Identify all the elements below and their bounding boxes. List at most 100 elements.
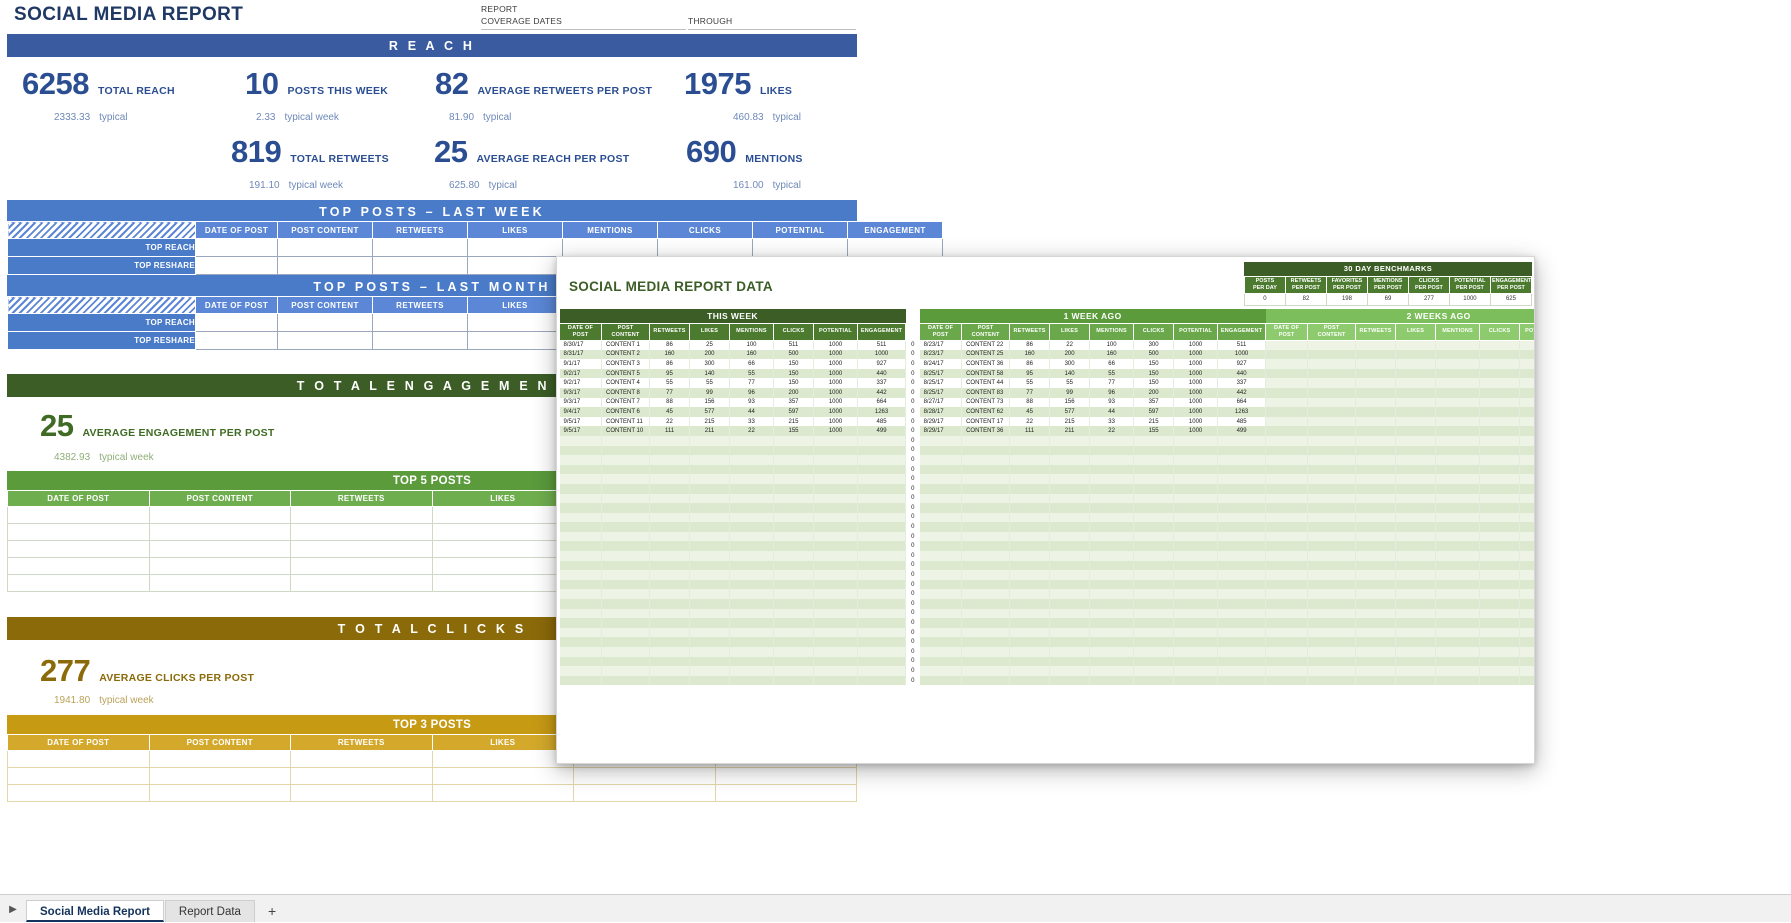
data-cell[interactable] xyxy=(1436,474,1480,484)
data-cell[interactable] xyxy=(1436,609,1480,619)
data-cell[interactable] xyxy=(432,751,574,768)
data-cell[interactable] xyxy=(814,618,858,628)
data-cell[interactable]: 150 xyxy=(774,378,814,388)
data-cell[interactable] xyxy=(814,580,858,590)
data-cell[interactable]: 22 xyxy=(1010,417,1050,427)
data-cell[interactable] xyxy=(962,436,1010,446)
data-cell[interactable]: 357 xyxy=(774,398,814,408)
data-cell[interactable] xyxy=(1480,417,1520,427)
data-cell[interactable] xyxy=(149,507,291,524)
data-cell[interactable] xyxy=(730,657,774,667)
data-cell[interactable] xyxy=(730,494,774,504)
data-cell[interactable] xyxy=(690,647,730,657)
data-cell[interactable]: 8/29/17 xyxy=(920,426,962,436)
data-cell[interactable] xyxy=(1266,417,1308,427)
data-cell[interactable]: 1000 xyxy=(1174,388,1218,398)
data-cell[interactable] xyxy=(1266,570,1308,580)
data-cell[interactable] xyxy=(1174,618,1218,628)
data-cell[interactable] xyxy=(1436,494,1480,504)
data-cell[interactable] xyxy=(920,657,962,667)
data-cell[interactable]: CONTENT 4 xyxy=(602,378,650,388)
data-cell[interactable] xyxy=(690,494,730,504)
data-cell[interactable]: 55 xyxy=(1010,378,1050,388)
data-cell[interactable] xyxy=(814,666,858,676)
data-cell[interactable] xyxy=(602,474,650,484)
data-cell[interactable] xyxy=(602,570,650,580)
data-cell[interactable] xyxy=(278,239,373,257)
data-cell[interactable]: 150 xyxy=(774,359,814,369)
data-cell[interactable] xyxy=(814,436,858,446)
data-cell[interactable] xyxy=(1050,609,1090,619)
data-cell[interactable] xyxy=(920,522,962,532)
data-cell[interactable] xyxy=(650,561,690,571)
data-cell[interactable]: CONTENT 73 xyxy=(962,398,1010,408)
data-cell[interactable]: 77 xyxy=(730,378,774,388)
data-cell[interactable]: 8/23/17 xyxy=(920,350,962,360)
data-cell[interactable] xyxy=(1308,522,1356,532)
data-cell[interactable] xyxy=(1480,570,1520,580)
data-cell[interactable] xyxy=(1356,551,1396,561)
data-cell[interactable] xyxy=(962,628,1010,638)
data-cell[interactable]: 664 xyxy=(1218,398,1266,408)
data-cell[interactable] xyxy=(1436,666,1480,676)
data-cell[interactable] xyxy=(1480,637,1520,647)
data-cell[interactable] xyxy=(1050,676,1090,686)
data-cell[interactable] xyxy=(432,768,574,785)
data-cell[interactable] xyxy=(1356,628,1396,638)
data-cell[interactable] xyxy=(1174,532,1218,542)
data-cell[interactable] xyxy=(920,618,962,628)
data-cell[interactable] xyxy=(690,618,730,628)
data-cell[interactable]: 442 xyxy=(858,388,906,398)
data-cell[interactable] xyxy=(962,666,1010,676)
data-cell[interactable]: 1000 xyxy=(1174,378,1218,388)
data-cell[interactable]: 200 xyxy=(690,350,730,360)
data-cell[interactable] xyxy=(730,618,774,628)
data-cell[interactable] xyxy=(774,561,814,571)
data-cell[interactable] xyxy=(1090,541,1134,551)
data-cell[interactable] xyxy=(1520,628,1535,638)
data-cell[interactable] xyxy=(920,484,962,494)
data-cell[interactable] xyxy=(814,609,858,619)
data-cell[interactable] xyxy=(1218,599,1266,609)
data-cell[interactable] xyxy=(1050,436,1090,446)
data-cell[interactable]: 55 xyxy=(690,378,730,388)
data-cell[interactable] xyxy=(1396,580,1436,590)
data-cell[interactable] xyxy=(1050,484,1090,494)
data-cell[interactable] xyxy=(1480,503,1520,513)
data-cell[interactable] xyxy=(920,580,962,590)
data-cell[interactable] xyxy=(1356,589,1396,599)
data-cell[interactable] xyxy=(1396,398,1436,408)
data-cell[interactable]: 22 xyxy=(1090,426,1134,436)
data-cell[interactable] xyxy=(1396,657,1436,667)
data-cell[interactable] xyxy=(1090,446,1134,456)
data-cell[interactable] xyxy=(650,580,690,590)
data-cell[interactable]: CONTENT 2 xyxy=(602,350,650,360)
data-cell[interactable] xyxy=(1436,599,1480,609)
data-cell[interactable]: 96 xyxy=(730,388,774,398)
data-cell[interactable]: 1000 xyxy=(814,398,858,408)
data-cell[interactable] xyxy=(962,532,1010,542)
data-cell[interactable]: 1000 xyxy=(1174,350,1218,360)
data-cell[interactable] xyxy=(858,551,906,561)
data-cell[interactable] xyxy=(602,455,650,465)
data-cell[interactable] xyxy=(730,446,774,456)
data-cell[interactable] xyxy=(1480,426,1520,436)
data-cell[interactable] xyxy=(730,465,774,475)
data-cell[interactable] xyxy=(730,580,774,590)
data-cell[interactable] xyxy=(1480,388,1520,398)
data-cell[interactable]: CONTENT 5 xyxy=(602,369,650,379)
data-cell[interactable]: 99 xyxy=(690,388,730,398)
data-cell[interactable] xyxy=(1436,426,1480,436)
data-cell[interactable] xyxy=(1356,484,1396,494)
data-cell[interactable] xyxy=(1436,589,1480,599)
data-cell[interactable] xyxy=(1050,513,1090,523)
data-cell[interactable] xyxy=(1174,666,1218,676)
data-cell[interactable] xyxy=(196,332,278,350)
data-cell[interactable]: 77 xyxy=(650,388,690,398)
data-cell[interactable] xyxy=(690,484,730,494)
data-cell[interactable] xyxy=(774,666,814,676)
data-cell[interactable] xyxy=(690,570,730,580)
data-cell[interactable] xyxy=(730,532,774,542)
data-cell[interactable] xyxy=(1174,503,1218,513)
data-cell[interactable] xyxy=(560,570,602,580)
